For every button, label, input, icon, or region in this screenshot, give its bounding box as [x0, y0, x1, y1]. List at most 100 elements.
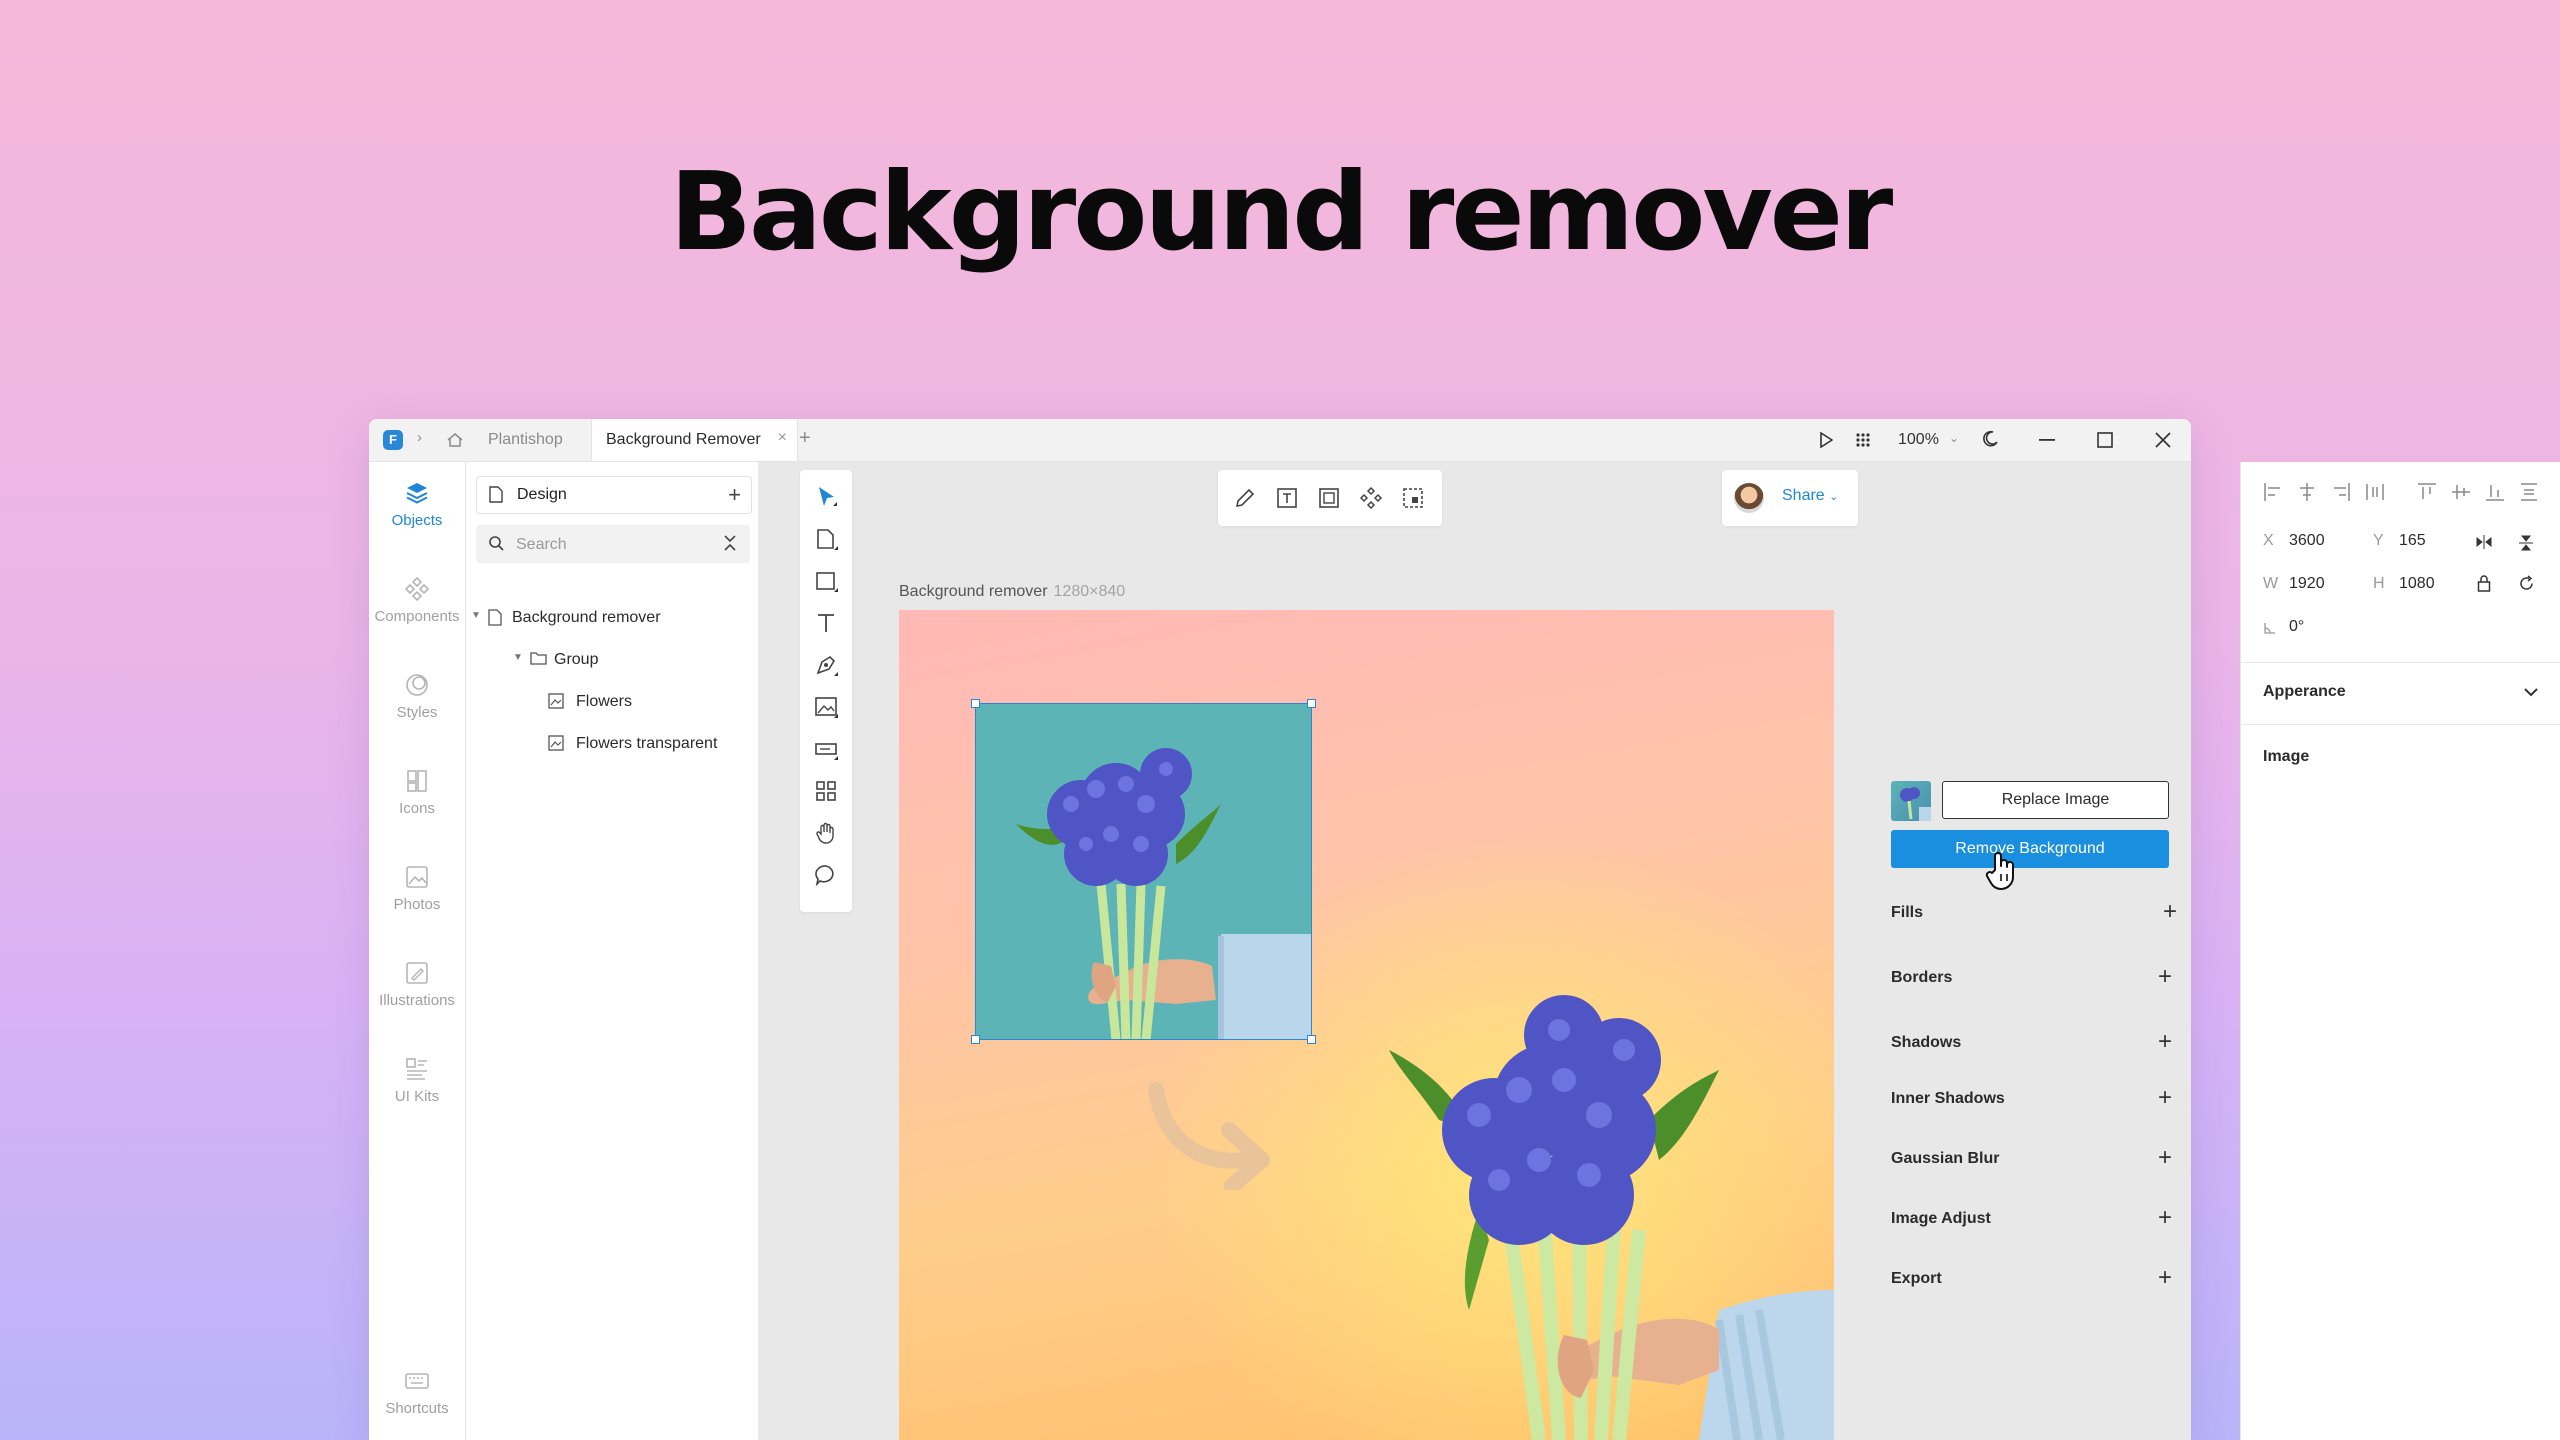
layer-row-frame[interactable]: ▼ Background remover — [466, 605, 758, 631]
text-box-icon[interactable] — [1274, 485, 1300, 511]
close-tab-icon[interactable]: × — [778, 429, 787, 447]
rail-icons[interactable]: Icons — [369, 768, 465, 817]
align-left-icon[interactable] — [2263, 482, 2283, 502]
tab-plantishop[interactable]: Plantishop — [488, 431, 563, 449]
expand-caret-icon[interactable]: ▼ — [471, 610, 481, 621]
grid-menu-icon[interactable] — [1855, 432, 1871, 448]
close-window-icon[interactable] — [2155, 432, 2171, 448]
image-frame-icon[interactable] — [1316, 485, 1342, 511]
rectangle-tool-icon[interactable] — [813, 568, 839, 594]
frame-tool-icon[interactable] — [813, 526, 839, 552]
zoom-chevron-icon[interactable]: ⌄ — [1949, 431, 1959, 445]
section-appearance[interactable]: Apperance — [2263, 683, 2346, 701]
avatar[interactable] — [1734, 483, 1764, 513]
rail-illustrations[interactable]: Illustrations — [369, 960, 465, 1009]
rotation-value[interactable]: 0° — [2289, 618, 2304, 636]
remove-background-button[interactable]: Remove Background — [1891, 830, 2169, 868]
hand-tool-icon[interactable] — [813, 820, 839, 846]
minimize-icon[interactable] — [2039, 439, 2055, 441]
search-input[interactable] — [514, 533, 708, 557]
rail-styles[interactable]: Styles — [369, 672, 465, 721]
replace-image-button[interactable]: Replace Image — [1942, 781, 2169, 819]
layer-row-flowers[interactable]: Flowers — [466, 689, 758, 715]
add-page-button[interactable]: + — [728, 482, 741, 508]
align-center-horizontal-icon[interactable] — [2297, 482, 2317, 502]
align-right-icon[interactable] — [2331, 482, 2351, 502]
maximize-icon[interactable] — [2097, 432, 2113, 448]
ui-kits-icon — [406, 1058, 427, 1080]
image-icon — [548, 735, 564, 751]
section-inner-shadows: Inner Shadows — [1891, 1090, 2005, 1107]
components-tool-icon[interactable] — [813, 778, 839, 804]
arrow-right-icon — [1148, 1082, 1270, 1190]
add-shadow-button[interactable]: + — [2158, 1030, 2172, 1054]
add-inner-shadow-button[interactable]: + — [2158, 1086, 2172, 1110]
resize-handle-tl[interactable] — [971, 699, 980, 708]
add-image-adjust-button[interactable]: + — [2158, 1206, 2172, 1230]
layer-row-flowers-transparent[interactable]: Flowers transparent — [466, 731, 758, 757]
play-icon[interactable] — [1819, 432, 1833, 448]
section-shadows: Shadows — [1891, 1034, 1962, 1051]
divider — [1871, 1186, 2190, 1187]
flip-vertical-icon[interactable] — [2518, 534, 2534, 552]
rotate-icon[interactable] — [2518, 575, 2535, 592]
expand-caret-icon[interactable]: ▼ — [513, 652, 523, 663]
width-field[interactable]: W 1920 — [2263, 575, 2325, 593]
comment-tool-icon[interactable] — [813, 862, 839, 888]
component-icon[interactable] — [1358, 485, 1384, 511]
layer-search[interactable] — [476, 525, 750, 563]
resize-handle-tr[interactable] — [1307, 699, 1316, 708]
pencil-icon[interactable] — [1232, 485, 1258, 511]
distribute-horizontal-icon[interactable] — [2365, 482, 2385, 502]
section-image-adjust: Image Adjust — [1891, 1210, 1991, 1227]
zoom-level[interactable]: 100% — [1898, 431, 1939, 449]
canvas-top-toolbar — [1218, 470, 1442, 526]
flowers-image[interactable] — [976, 704, 1312, 1040]
rail-photos[interactable]: Photos — [369, 864, 465, 913]
align-bottom-icon[interactable] — [2485, 482, 2505, 502]
thumbnail-flowers — [1900, 787, 1931, 821]
artboard-frame[interactable] — [899, 610, 1834, 1440]
x-field[interactable]: X 3600 — [2263, 532, 2325, 550]
collapse-all-icon[interactable] — [722, 534, 738, 552]
resize-handle-bl[interactable] — [971, 1035, 980, 1044]
rail-label: Objects — [391, 512, 443, 529]
height-field[interactable]: H 1080 — [2373, 575, 2435, 593]
pen-tool-icon[interactable] — [813, 652, 839, 678]
input-tool-icon[interactable] — [813, 736, 839, 762]
add-fill-button[interactable]: + — [2163, 900, 2177, 924]
tab-background-remover[interactable]: Background Remover × — [591, 419, 798, 461]
add-border-button[interactable]: + — [2158, 965, 2172, 989]
new-tab-button[interactable]: + — [799, 427, 811, 450]
align-top-icon[interactable] — [2417, 482, 2437, 502]
layer-row-group[interactable]: ▼ Group — [466, 647, 758, 673]
flip-horizontal-icon[interactable] — [2475, 534, 2493, 550]
frame-label[interactable]: Background remover 1280×840 — [899, 583, 1125, 601]
select-tool-icon[interactable] — [813, 484, 839, 510]
y-field[interactable]: Y 165 — [2373, 532, 2426, 550]
rail-components[interactable]: Components — [369, 576, 465, 625]
text-tool-icon[interactable] — [813, 610, 839, 636]
home-icon[interactable] — [446, 432, 464, 448]
page-selector[interactable]: Design + — [476, 476, 752, 514]
app-logo[interactable]: F — [383, 430, 403, 450]
share-button[interactable]: Share ⌄ — [1782, 487, 1838, 505]
add-blur-button[interactable]: + — [2158, 1146, 2172, 1170]
distribute-vertical-icon[interactable] — [2519, 482, 2539, 502]
crop-icon[interactable] — [1400, 485, 1426, 511]
align-middle-icon[interactable] — [2451, 482, 2471, 502]
image-thumbnail[interactable] — [1891, 781, 1931, 821]
properties-panel: X 3600 Y 165 W 1920 H 1080 0° Apperance Imag… — [2240, 462, 2560, 1440]
lock-icon[interactable] — [2477, 575, 2491, 592]
resize-handle-br[interactable] — [1307, 1035, 1316, 1044]
hero-title: Background remover — [669, 150, 1894, 275]
dark-mode-icon[interactable] — [1981, 430, 1999, 448]
rail-objects[interactable]: Objects — [369, 480, 465, 529]
h-label: H — [2373, 575, 2385, 592]
add-export-button[interactable]: + — [2158, 1266, 2172, 1290]
rail-shortcuts[interactable]: Shortcuts — [369, 1368, 465, 1417]
chevron-down-icon[interactable] — [2523, 686, 2539, 698]
flowers-transparent-image[interactable] — [1319, 990, 1834, 1440]
image-tool-icon[interactable] — [813, 694, 839, 720]
rail-ui-kits[interactable]: UI Kits — [369, 1056, 465, 1105]
